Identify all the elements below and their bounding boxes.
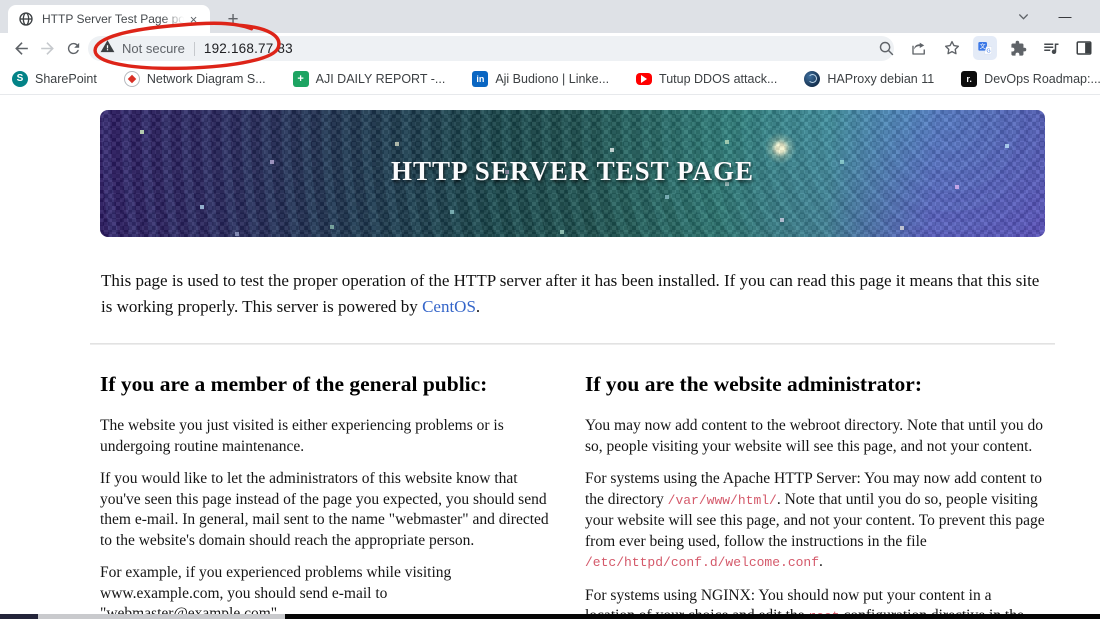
banner-title: HTTP SERVER TEST PAGE [391, 156, 754, 186]
omnibox-divider [193, 41, 195, 56]
horizontal-rule [90, 343, 1055, 345]
toolbar-right-icons: 文G [874, 33, 1096, 63]
banner-sparkles [140, 130, 144, 134]
browser-window: HTTP Server Test Page powered × + — Not … [0, 0, 1100, 619]
bookmark-youtube[interactable]: Tutup DDOS attack... [636, 72, 777, 86]
youtube-icon [636, 72, 653, 85]
paragraph: The website you just visited is either e… [100, 417, 504, 455]
screen-bottom-edge [0, 614, 1100, 619]
svg-text:G: G [987, 48, 991, 54]
intro-paragraph: This page is used to test the proper ope… [101, 271, 1040, 316]
warning-triangle-icon[interactable] [100, 39, 115, 59]
bookmark-star-icon[interactable] [940, 36, 964, 60]
globe-icon [18, 11, 34, 27]
maximize-button[interactable] [1088, 0, 1100, 33]
paragraph: For example, if you experienced problems… [100, 564, 452, 619]
general-public-column: If you are a member of the general publi… [100, 372, 560, 619]
website-administrator-column: If you are the website administrator: Yo… [585, 372, 1045, 619]
paragraph: For systems using the Apache HTTP Server… [585, 470, 1045, 570]
google-translate-icon[interactable]: 文G [973, 36, 997, 60]
tab-http-server-test-page[interactable]: HTTP Server Test Page powered × [8, 5, 210, 33]
minimize-button[interactable]: — [1048, 0, 1082, 33]
welcome-conf-path: /etc/httpd/conf.d/welcome.conf [585, 555, 820, 570]
tab-search-chevron-icon[interactable] [1008, 0, 1038, 33]
puzzle-icon[interactable] [1006, 36, 1030, 60]
paragraph: If you would like to let the administrat… [100, 470, 549, 549]
web-page-content: HTTP SERVER TEST PAGE This page is used … [0, 96, 1100, 619]
reload-icon[interactable] [60, 35, 86, 61]
forward-arrow-icon[interactable] [34, 35, 60, 61]
side-panel-icon[interactable] [1072, 36, 1096, 60]
sharepoint-icon: S [12, 70, 28, 87]
apache-docroot-path: /var/www/html/ [667, 492, 777, 508]
address-bar[interactable]: Not secure 192.168.77.83 [88, 36, 894, 61]
back-arrow-icon[interactable] [8, 35, 34, 61]
playlist-music-icon[interactable] [1039, 36, 1063, 60]
network-diagram-icon [123, 70, 140, 87]
two-column-section: If you are a member of the general publi… [100, 372, 1045, 619]
bookmark-linkedin[interactable]: in Aji Budiono | Linke... [472, 70, 609, 87]
bookmark-haproxy[interactable]: HAProxy debian 11 [804, 70, 934, 87]
general-public-heading: If you are a member of the general publi… [100, 372, 488, 396]
roadmap-icon: r. [961, 70, 978, 87]
centos-link[interactable]: CentOS [422, 297, 476, 316]
tab-title: HTTP Server Test Page powered [42, 12, 184, 26]
bookmarks-bar: S SharePoint Network Diagram S... + AJI … [0, 63, 1100, 95]
paragraph: You may now add content to the webroot d… [585, 417, 1044, 455]
tab-strip: HTTP Server Test Page powered × + — [0, 0, 1100, 33]
url-text[interactable]: 192.168.77.83 [204, 41, 293, 56]
new-tab-button[interactable]: + [220, 7, 246, 33]
tab-close-icon[interactable]: × [185, 11, 202, 28]
haproxy-icon [804, 70, 821, 87]
bookmark-sharepoint[interactable]: S SharePoint [12, 70, 97, 87]
search-icon[interactable] [874, 36, 898, 60]
security-label[interactable]: Not secure [122, 41, 185, 56]
linkedin-icon: in [472, 70, 489, 87]
website-administrator-heading: If you are the website administrator: [585, 372, 922, 396]
bookmark-devops-roadmap[interactable]: r. DevOps Roadmap:... [961, 70, 1100, 87]
toolbar: Not secure 192.168.77.83 文G [0, 33, 1100, 63]
bookmark-network-diagram[interactable]: Network Diagram S... [123, 70, 266, 87]
page-banner: HTTP SERVER TEST PAGE [100, 110, 1045, 237]
google-sheets-icon: + [292, 70, 309, 87]
share-icon[interactable] [907, 36, 931, 60]
bookmark-aji-daily-report[interactable]: + AJI DAILY REPORT -... [292, 70, 445, 87]
